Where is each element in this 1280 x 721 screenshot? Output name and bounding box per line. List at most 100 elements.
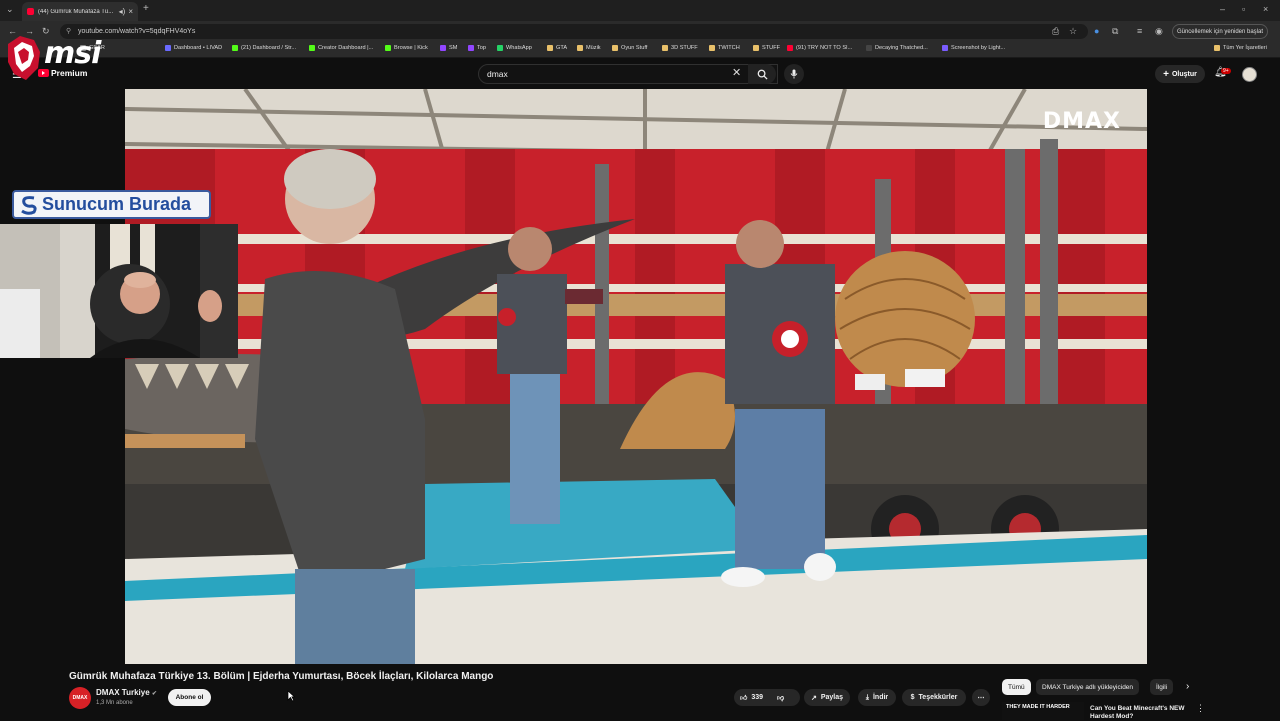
bookmark-icon xyxy=(547,45,553,51)
bookmark-item[interactable]: Müzik xyxy=(577,45,601,51)
share-icon: ↗ xyxy=(810,694,817,702)
subscribe-button[interactable]: Abone ol xyxy=(168,689,211,706)
new-tab-icon[interactable]: + xyxy=(143,3,149,14)
bookmark-item[interactable]: Top xyxy=(468,45,486,51)
url-field[interactable]: ⚲ youtube.com/watch?v=5qdqFHV4oYs xyxy=(60,24,1088,39)
bookmark-item[interactable]: Oyun Stuff xyxy=(612,45,647,51)
bookmark-item[interactable]: WhatsApp xyxy=(497,45,532,51)
youtube-premium-logo[interactable]: Premium xyxy=(38,68,87,78)
download-button[interactable]: ⤓ İndir xyxy=(858,689,896,706)
tab-title: (44) Gümrük Muhafaza Tü... xyxy=(38,8,114,15)
bookmark-item[interactable]: SM xyxy=(440,45,457,51)
video-title: Gümrük Muhafaza Türkiye 13. Bölüm | Ejde… xyxy=(69,671,494,682)
bookmark-icon xyxy=(497,45,503,51)
bookmark-item[interactable]: Browse | Kick xyxy=(385,45,428,51)
premium-label: Premium xyxy=(51,68,88,78)
more-actions-button[interactable]: ⋯ xyxy=(972,689,990,706)
youtube-logo-icon xyxy=(38,69,49,77)
share-button[interactable]: ↗ Paylaş xyxy=(804,689,850,706)
recommended-video-thumbnail[interactable]: THEY MADE IT HARDER xyxy=(1002,702,1084,720)
voice-search-button[interactable] xyxy=(784,64,804,84)
bookmark-item[interactable]: 3D STUFF xyxy=(662,45,698,51)
plus-icon: + xyxy=(1163,68,1169,80)
bookmark-item[interactable]: Creator Dashboard |... xyxy=(309,45,373,51)
bookmark-label: Screenshot by Light... xyxy=(951,45,1006,51)
account-avatar[interactable] xyxy=(1242,67,1257,82)
bookmark-icon xyxy=(787,45,793,51)
bookmark-label: Creator Dashboard |... xyxy=(318,45,374,51)
streamer-banner: Sunucum Burada xyxy=(12,190,211,219)
download-label: İndir xyxy=(872,694,889,701)
webcam-feed xyxy=(0,224,238,358)
download-icon: ⤓ xyxy=(865,693,869,701)
bookmark-icon xyxy=(468,45,474,51)
search-query: dmax xyxy=(487,69,508,79)
tab-mute-icon[interactable]: ◂) xyxy=(119,7,126,16)
profile-icon[interactable]: ◉ xyxy=(1155,26,1163,37)
bookmark-item[interactable]: STUFF xyxy=(753,45,780,51)
video-player[interactable]: DMAX xyxy=(125,89,1147,664)
bookmark-icon xyxy=(942,45,948,51)
media-control-icon[interactable]: ≡ xyxy=(1137,26,1142,36)
channel-name[interactable]: DMAX Turkiye ✔ xyxy=(96,688,157,697)
dislike-button[interactable]: 👎︎ xyxy=(777,693,784,702)
bookmark-item[interactable]: Decaying Thatched... xyxy=(866,45,928,51)
recommended-more-icon[interactable]: ⋮ xyxy=(1196,703,1205,714)
bookmark-item[interactable]: Dashboard • LIVAD xyxy=(165,45,222,51)
bookmark-label: (91) TRY NOT TO SI... xyxy=(796,45,853,51)
like-count: 339 xyxy=(751,694,764,701)
create-button[interactable]: + Oluştur xyxy=(1155,65,1205,83)
minimize-icon[interactable]: – xyxy=(1220,4,1225,14)
bookmark-item[interactable]: TWITCH xyxy=(709,45,740,51)
like-button[interactable]: 👍︎ 339 xyxy=(740,693,763,702)
address-bar-row: ← → ↻ ⚲ youtube.com/watch?v=5qdqFHV4oYs … xyxy=(0,21,1280,42)
recommended-video-title[interactable]: Can You Beat Minecraft's NEW Hardest Mod… xyxy=(1090,705,1200,721)
bookmark-label: Müzik xyxy=(586,45,601,51)
bookmark-label: GTA xyxy=(556,45,568,51)
dmax-watermark: DMAX xyxy=(1042,109,1121,134)
webcam-image xyxy=(0,224,238,358)
bookmark-label: Dashboard • LIVAD xyxy=(174,45,223,51)
bookmark-item[interactable]: GTA xyxy=(547,45,567,51)
thanks-button[interactable]: $ Teşekkürler xyxy=(902,689,966,706)
all-bookmarks-label: Tüm Yer İşaretleri xyxy=(1223,45,1267,51)
chips-next-icon[interactable]: › xyxy=(1186,681,1189,692)
bookmark-item[interactable]: Screenshot by Light... xyxy=(942,45,1005,51)
subscriber-count: 1,3 Mn abone xyxy=(96,700,133,706)
channel-avatar[interactable]: DMAX xyxy=(69,687,91,709)
update-button[interactable]: Güncellemek için yeniden başlat xyxy=(1172,24,1268,39)
bookmark-label: Decaying Thatched... xyxy=(875,45,928,51)
bookmark-label: Browse | Kick xyxy=(394,45,428,51)
bookmark-star-icon[interactable]: ☆ xyxy=(1069,26,1077,37)
search-button[interactable] xyxy=(748,64,776,84)
bookmark-label: Top xyxy=(477,45,487,51)
tab-close-icon[interactable]: × xyxy=(128,7,133,16)
thanks-label: Teşekkürler xyxy=(918,694,958,701)
chip-0[interactable]: Tümü xyxy=(1002,679,1031,695)
bookmark-label: Oyun Stuff xyxy=(621,45,648,51)
bookmark-label: SM xyxy=(449,45,458,51)
extension-icon[interactable]: ● xyxy=(1094,26,1099,36)
chip-2[interactable]: İlgili xyxy=(1150,679,1174,695)
folder-icon xyxy=(1214,45,1220,51)
tab-search-icon[interactable]: ⌄ xyxy=(6,4,14,15)
chip-1[interactable]: DMAX Turkiye adlı yükleyiciden xyxy=(1036,679,1140,695)
bookmark-item[interactable]: (21) Dashboard / Str... xyxy=(232,45,296,51)
bookmark-icon xyxy=(165,45,171,51)
browser-tab-strip: ⌄ (44) Gümrük Muhafaza Tü... ◂) × + – ▫ … xyxy=(0,0,1280,21)
thumbs-up-icon: 👍︎ xyxy=(740,695,748,702)
bookmark-icon xyxy=(866,45,872,51)
thumbnail-text: THEY MADE IT HARDER xyxy=(1006,704,1070,710)
clear-search-icon[interactable]: ✕ xyxy=(732,66,741,79)
extensions-puzzle-icon[interactable]: ⧉ xyxy=(1112,26,1118,37)
create-label: Oluştur xyxy=(1171,70,1197,78)
bookmark-item[interactable]: (91) TRY NOT TO SI... xyxy=(787,45,852,51)
all-bookmarks-button[interactable]: Tüm Yer İşaretleri xyxy=(1214,45,1267,51)
thanks-icon: $ xyxy=(910,694,915,701)
install-app-icon[interactable]: ⎙ xyxy=(1052,26,1059,37)
bookmark-icon xyxy=(309,45,315,51)
close-window-icon[interactable]: × xyxy=(1263,4,1268,14)
browser-tab[interactable]: (44) Gümrük Muhafaza Tü... ◂) × xyxy=(22,2,138,21)
maximize-icon[interactable]: ▫ xyxy=(1242,4,1245,14)
bookmark-label: TWITCH xyxy=(718,45,740,51)
